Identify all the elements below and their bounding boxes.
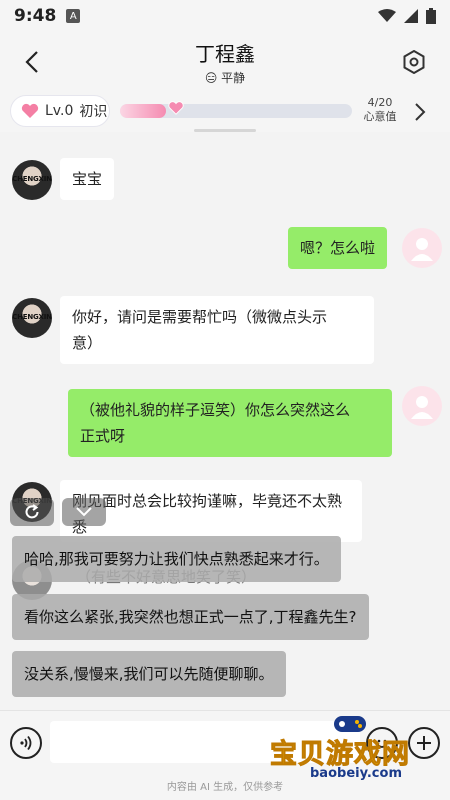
ai-disclaimer: 内容由 AI 生成，仅供参考: [0, 778, 450, 800]
emoji-button[interactable]: [366, 727, 398, 759]
user-avatar[interactable]: [402, 228, 442, 268]
affection-count-value: 4/20: [367, 96, 393, 109]
progress-heart-icon: [168, 101, 184, 115]
status-icons: [378, 8, 436, 24]
message-bubble[interactable]: 你好，请问是需要帮忙吗（微微点头示 意）: [60, 296, 374, 364]
message-line: 你好，请问是需要帮忙吗（微微点头示: [72, 308, 328, 326]
emoji-icon: [377, 739, 387, 748]
settings-button[interactable]: [396, 44, 432, 80]
person-icon: [411, 396, 433, 419]
message-bubble[interactable]: （被他礼貌的样子逗笑）你怎么突然这么 正式呀: [68, 389, 392, 457]
plus-button[interactable]: [408, 727, 440, 759]
mood-label: 平静: [221, 71, 246, 85]
mood-emoji: 😑: [204, 71, 218, 85]
affection-count-label: 心意值: [363, 110, 397, 123]
user-avatar[interactable]: [402, 386, 442, 426]
voice-button[interactable]: [10, 727, 42, 759]
character-avatar[interactable]: CHENGXIN: [12, 298, 52, 338]
avatar-text: CHENGXIN: [12, 175, 52, 183]
page-title: 丁程鑫: [195, 42, 255, 66]
affection-progress: [120, 104, 352, 118]
back-button[interactable]: [14, 44, 50, 80]
status-time: 9:48: [14, 6, 57, 26]
chevron-down-icon: [76, 507, 92, 517]
chat-list[interactable]: CHENGXIN 宝宝 嗯？怎么啦 CHENGXIN 你好，请问是需要帮忙吗（微…: [0, 132, 450, 710]
message-line: 意）: [72, 334, 103, 352]
reply-suggestion[interactable]: 哈哈,那我可要努力让我们快点熟悉起来才行。: [12, 536, 341, 582]
chat-header: 丁程鑫 😑 平静: [0, 32, 450, 92]
title-block: 丁程鑫 😑 平静: [195, 38, 255, 86]
chevron-right-icon: [415, 103, 426, 121]
collapse-button[interactable]: [62, 498, 106, 526]
input-bar: [0, 710, 450, 778]
mood-status: 😑 平静: [195, 69, 255, 86]
message-bubble[interactable]: 嗯？怎么啦: [288, 227, 388, 269]
battery-icon: [426, 8, 436, 24]
reply-suggestion[interactable]: 看你这么紧张,我突然也想正式一点了,丁程鑫先生?: [12, 594, 369, 640]
reply-suggestion[interactable]: 没关系,慢慢来,我们可以先随便聊聊。: [12, 651, 286, 697]
refresh-button[interactable]: [10, 498, 54, 526]
plus-icon: [417, 736, 431, 750]
gear-icon: [403, 50, 425, 74]
voice-icon: [20, 735, 32, 751]
message-bubble[interactable]: 宝宝: [60, 158, 115, 200]
person-icon: [411, 238, 433, 261]
message-line: 正式呀: [80, 427, 126, 445]
status-bar: 9:48 A: [0, 0, 450, 32]
avatar-text: CHENGXIN: [12, 313, 52, 321]
message-line: （被他礼貌的样子逗笑）你怎么突然这么: [80, 401, 351, 419]
character-avatar[interactable]: CHENGXIN: [12, 160, 52, 200]
chevron-left-icon: [25, 51, 38, 73]
message-input[interactable]: [50, 721, 360, 763]
notification-icon: A: [66, 9, 81, 23]
affection-count: 4/20 心意值: [360, 96, 400, 124]
level-label: Lv.0: [45, 103, 74, 119]
suggestion-controls: [10, 498, 106, 526]
level-bar: Lv.0 初识 4/20 心意值: [0, 92, 450, 132]
message-line: 刚见面时总会比较拘谨嘛，毕竟还不太熟: [72, 492, 343, 510]
wifi-icon: [378, 9, 396, 22]
refresh-icon: [25, 504, 39, 519]
level-stage: 初识: [79, 104, 108, 120]
signal-icon: [404, 9, 418, 23]
heart-icon: [21, 103, 39, 118]
level-detail-button[interactable]: [406, 98, 434, 126]
progress-fill: [120, 104, 167, 118]
level-badge[interactable]: Lv.0 初识: [10, 95, 110, 127]
